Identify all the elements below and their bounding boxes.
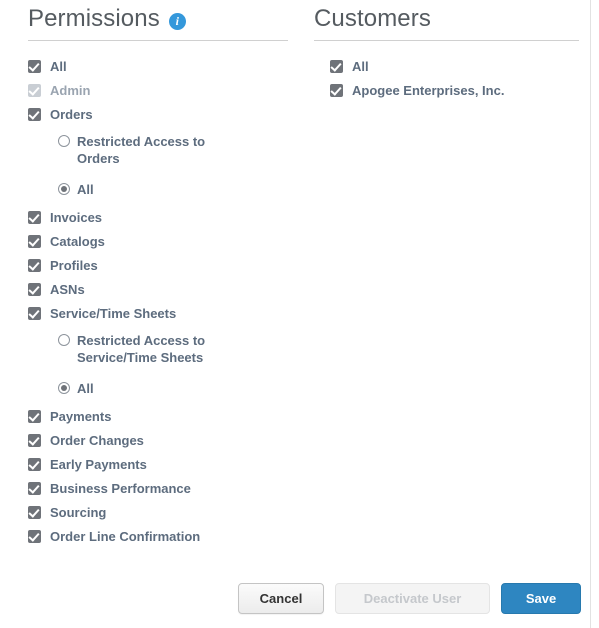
info-icon[interactable]: i xyxy=(168,12,186,30)
permissions-list: All Admin Orders Restricted Access to Or… xyxy=(28,41,300,545)
permissions-header: Permissions i xyxy=(28,4,300,40)
radio-orders-restricted[interactable] xyxy=(58,135,70,147)
permission-row-sourcing[interactable]: Sourcing xyxy=(28,505,300,521)
permission-label-order-changes: Order Changes xyxy=(50,433,144,448)
checkbox-customer-apogee[interactable] xyxy=(330,84,343,97)
panel-right-border xyxy=(590,0,591,628)
service-time-sheets-radio-group: Restricted Access to Service/Time Sheets… xyxy=(28,330,300,409)
permission-row-early-payments[interactable]: Early Payments xyxy=(28,457,300,473)
permission-row-asns[interactable]: ASNs xyxy=(28,282,300,298)
customer-label-apogee: Apogee Enterprises, Inc. xyxy=(352,83,505,98)
permission-row-business-performance[interactable]: Business Performance xyxy=(28,481,300,497)
checkbox-order-line-confirmation[interactable] xyxy=(28,530,41,543)
permission-label-sourcing: Sourcing xyxy=(50,505,107,520)
permission-row-profiles[interactable]: Profiles xyxy=(28,258,300,274)
radio-label-sts-restricted: Restricted Access to Service/Time Sheets xyxy=(77,333,206,365)
checkbox-all[interactable] xyxy=(28,60,41,73)
radio-label-orders-all: All xyxy=(77,182,94,197)
checkbox-business-performance[interactable] xyxy=(28,482,41,495)
permission-label-business-performance: Business Performance xyxy=(50,481,191,496)
permission-row-catalogs[interactable]: Catalogs xyxy=(28,234,300,250)
permission-label-invoices: Invoices xyxy=(50,210,103,225)
permission-label-all: All xyxy=(50,59,67,74)
permission-row-orders[interactable]: Orders xyxy=(28,107,300,123)
checkbox-catalogs[interactable] xyxy=(28,235,41,248)
permission-label-service-time-sheets: Service/Time Sheets xyxy=(50,306,177,321)
permission-label-admin: Admin xyxy=(50,83,91,98)
customers-header: Customers xyxy=(314,4,590,40)
checkbox-sourcing[interactable] xyxy=(28,506,41,519)
radio-row-orders-all[interactable]: All xyxy=(58,181,300,198)
customers-list: All Apogee Enterprises, Inc. xyxy=(314,41,590,99)
checkbox-invoices[interactable] xyxy=(28,211,41,224)
checkbox-asns[interactable] xyxy=(28,283,41,296)
permission-label-order-line-confirmation: Order Line Confirmation xyxy=(50,529,201,544)
permission-label-early-payments: Early Payments xyxy=(50,457,147,472)
permission-row-order-line-confirmation[interactable]: Order Line Confirmation xyxy=(28,529,300,545)
radio-label-sts-all: All xyxy=(77,381,94,396)
customer-label-all: All xyxy=(352,59,369,74)
permission-row-payments[interactable]: Payments xyxy=(28,409,300,425)
radio-sts-restricted[interactable] xyxy=(58,334,70,346)
permission-label-payments: Payments xyxy=(50,409,112,424)
save-button[interactable]: Save xyxy=(501,583,581,614)
checkbox-order-changes[interactable] xyxy=(28,434,41,447)
permission-row-all[interactable]: All xyxy=(28,59,300,75)
customer-row-apogee[interactable]: Apogee Enterprises, Inc. xyxy=(330,83,590,99)
checkbox-profiles[interactable] xyxy=(28,259,41,272)
checkbox-service-time-sheets[interactable] xyxy=(28,307,41,320)
info-icon-glyph: i xyxy=(175,14,179,28)
footer-actions: Cancel Deactivate User Save xyxy=(0,583,590,614)
permission-row-service-time-sheets[interactable]: Service/Time Sheets xyxy=(28,306,300,322)
orders-radio-group: Restricted Access to Orders All xyxy=(28,131,300,210)
radio-label-orders-restricted: Restricted Access to Orders xyxy=(77,134,206,166)
deactivate-user-button: Deactivate User xyxy=(335,583,490,614)
permission-label-catalogs: Catalogs xyxy=(50,234,105,249)
permissions-title: Permissions xyxy=(28,5,160,32)
permissions-panel: Permissions i All Admin Orders Restricte… xyxy=(0,0,599,628)
permission-row-order-changes[interactable]: Order Changes xyxy=(28,433,300,449)
customer-row-all[interactable]: All xyxy=(330,59,590,75)
checkbox-admin xyxy=(28,84,41,97)
radio-sts-all[interactable] xyxy=(58,382,70,394)
customers-title: Customers xyxy=(314,5,431,32)
checkbox-customer-all[interactable] xyxy=(330,60,343,73)
permission-label-asns: ASNs xyxy=(50,282,85,297)
permissions-column: Permissions i All Admin Orders Restricte… xyxy=(0,0,300,553)
checkbox-orders[interactable] xyxy=(28,108,41,121)
permission-label-profiles: Profiles xyxy=(50,258,98,273)
customers-column: Customers All Apogee Enterprises, Inc. xyxy=(300,0,590,553)
cancel-button[interactable]: Cancel xyxy=(238,583,324,614)
radio-orders-all[interactable] xyxy=(58,183,70,195)
permission-row-invoices[interactable]: Invoices xyxy=(28,210,300,226)
checkbox-payments[interactable] xyxy=(28,410,41,423)
radio-row-sts-all[interactable]: All xyxy=(58,380,300,397)
checkbox-early-payments[interactable] xyxy=(28,458,41,471)
radio-row-sts-restricted[interactable]: Restricted Access to Service/Time Sheets xyxy=(58,332,300,366)
columns-container: Permissions i All Admin Orders Restricte… xyxy=(0,0,590,553)
radio-row-orders-restricted[interactable]: Restricted Access to Orders xyxy=(58,133,300,167)
permission-row-admin: Admin xyxy=(28,83,300,99)
permission-label-orders: Orders xyxy=(50,107,93,122)
